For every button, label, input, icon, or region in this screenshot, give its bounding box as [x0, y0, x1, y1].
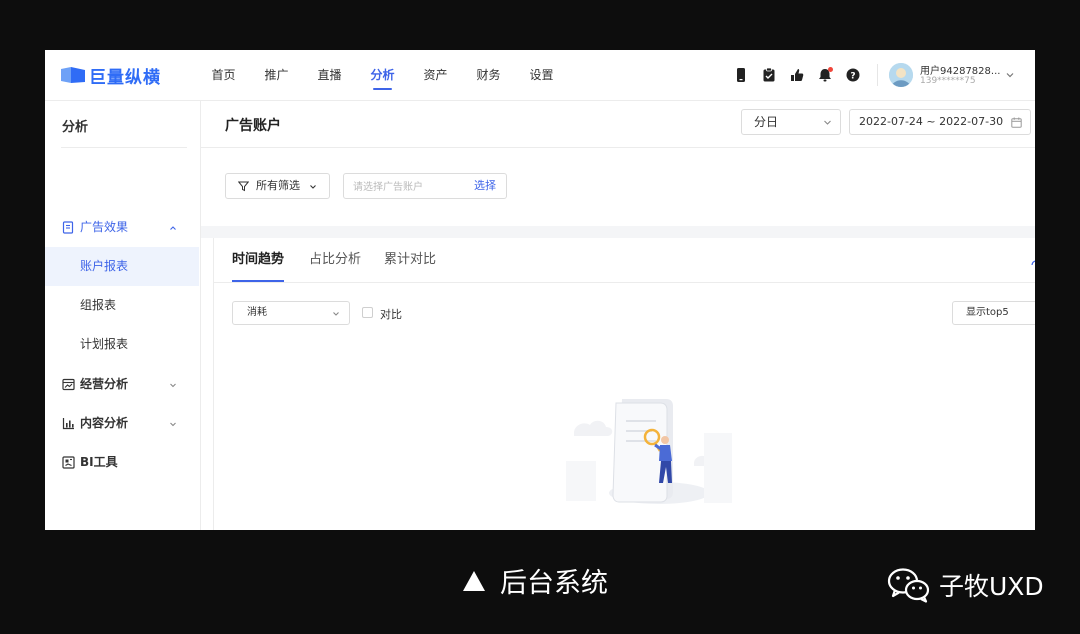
chevron-down-icon [824, 120, 831, 125]
sidebar-item-bi-tools[interactable]: BI工具 [45, 443, 200, 482]
empty-state-illustration [566, 399, 732, 504]
chevron-down-icon [170, 422, 176, 427]
bi-tool-icon [62, 456, 75, 469]
page-header: 广告账户 分日 2022-07-24 ~ 2022-07-30 [201, 101, 1035, 148]
nav-item-promotion[interactable]: 推广 [250, 50, 303, 100]
avatar[interactable] [889, 63, 913, 87]
triangle-icon [463, 570, 485, 591]
nav-item-analysis[interactable]: 分析 [356, 50, 409, 100]
sidebar-subitem-account-report[interactable]: 账户报表 [45, 247, 199, 286]
metric-select[interactable]: 消耗 [232, 301, 350, 325]
tab-bar: 时间趋势 占比分析 累计对比 [214, 238, 1035, 283]
caption: 后台系统 [462, 561, 608, 600]
sidebar-subitem-label: 计划报表 [80, 337, 129, 351]
phone-icon[interactable] [733, 67, 749, 83]
chart-board-icon [62, 378, 75, 391]
brand-text: 子牧UXD [939, 572, 1044, 601]
sidebar-divider [61, 147, 187, 148]
sidebar-item-label: 广告效果 [80, 220, 129, 234]
chevron-down-icon [170, 383, 176, 388]
date-range-picker[interactable]: 2022-07-24 ~ 2022-07-30 [849, 109, 1031, 135]
app-window: 巨量纵横 首页 推广 直播 分析 资产 财务 设置 ? 用户94287828..… [45, 50, 1035, 530]
hand-thumb-icon[interactable] [789, 67, 805, 83]
granularity-select[interactable]: 分日 [741, 109, 841, 135]
all-filters-label: 所有筛选 [256, 179, 300, 192]
sidebar-subitem-group-report[interactable]: 组报表 [45, 286, 199, 325]
user-name[interactable]: 用户94287828... [920, 62, 1000, 77]
calendar-icon [1011, 117, 1022, 128]
tab-time-trend[interactable]: 时间趋势 [232, 238, 285, 282]
toolbar-edge-icon[interactable] [1030, 255, 1035, 265]
analysis-card: 时间趋势 占比分析 累计对比 消耗 对比 显示top5 [213, 238, 1035, 530]
logo[interactable]: 巨量纵横 [61, 64, 161, 88]
all-filters-button[interactable]: 所有筛选 [225, 173, 330, 199]
bell-icon[interactable] [817, 67, 833, 83]
sidebar-title: 分析 [62, 120, 89, 135]
logo-mark-icon [61, 67, 85, 83]
metric-value: 消耗 [247, 307, 267, 318]
help-icon[interactable]: ? [845, 67, 861, 83]
nav-icons: ? [733, 67, 873, 83]
compare-label: 对比 [380, 308, 402, 321]
choose-account-link[interactable]: 选择 [474, 174, 496, 198]
clipboard-icon[interactable] [761, 67, 777, 83]
bar-chart-icon [62, 418, 74, 430]
sidebar-subitem-label: 组报表 [80, 298, 117, 312]
sidebar-item-ad-effect[interactable]: 广告效果 [45, 208, 200, 247]
chevron-down-icon [333, 312, 339, 316]
notification-dot [828, 67, 833, 72]
caption-text: 后台系统 [500, 568, 608, 599]
checkbox-box[interactable] [362, 307, 373, 318]
nav-item-live[interactable]: 直播 [303, 50, 356, 100]
sidebar-subitem-label: 账户报表 [80, 259, 129, 273]
filter-bar: 所有筛选 选择 [201, 148, 1035, 226]
sidebar-subitem-plan-report[interactable]: 计划报表 [45, 325, 199, 364]
ad-account-field[interactable]: 选择 [343, 173, 507, 200]
tab-cumulative-compare[interactable]: 累计对比 [384, 238, 436, 282]
nav-item-assets[interactable]: 资产 [409, 50, 462, 100]
section-gap [201, 226, 1035, 238]
sidebar-item-content-analysis[interactable]: 内容分析 [45, 404, 200, 443]
sidebar-item-label: BI工具 [80, 455, 118, 469]
ad-account-input[interactable] [344, 174, 475, 200]
top-n-value: 显示top5 [966, 307, 1009, 318]
date-range-value: 2022-07-24 ~ 2022-07-30 [859, 115, 1004, 128]
nav-item-home[interactable]: 首页 [197, 50, 250, 100]
sidebar-item-label: 内容分析 [80, 416, 129, 430]
sidebar: 分析 广告效果 账户报表 组报表 计划报表 经营分析 内容分析 BI工具 [45, 101, 201, 530]
document-icon [62, 221, 74, 234]
chevron-up-icon [170, 226, 176, 230]
granularity-value: 分日 [754, 115, 779, 129]
chevron-down-icon[interactable] [1005, 70, 1015, 80]
user-phone: 139******75 [920, 76, 976, 86]
sidebar-item-business-analysis[interactable]: 经营分析 [45, 365, 200, 404]
page-title: 广告账户 [225, 118, 281, 134]
top-nav: 巨量纵横 首页 推广 直播 分析 资产 财务 设置 ? 用户94287828..… [45, 50, 1035, 101]
filter-icon [238, 181, 249, 192]
nav-menu: 首页 推广 直播 分析 资产 财务 设置 [197, 50, 568, 100]
nav-item-settings[interactable]: 设置 [515, 50, 568, 100]
nav-item-finance[interactable]: 财务 [462, 50, 515, 100]
wechat-icon [887, 568, 930, 603]
top-n-select[interactable]: 显示top5 [952, 301, 1035, 325]
sidebar-item-label: 经营分析 [80, 377, 129, 391]
brand-watermark: 子牧UXD [887, 567, 1044, 603]
nav-divider [877, 64, 878, 86]
chevron-down-icon [310, 185, 316, 189]
tab-share-analysis[interactable]: 占比分析 [309, 238, 361, 282]
svg-text:?: ? [850, 72, 855, 82]
logo-text: 巨量纵横 [89, 67, 161, 88]
